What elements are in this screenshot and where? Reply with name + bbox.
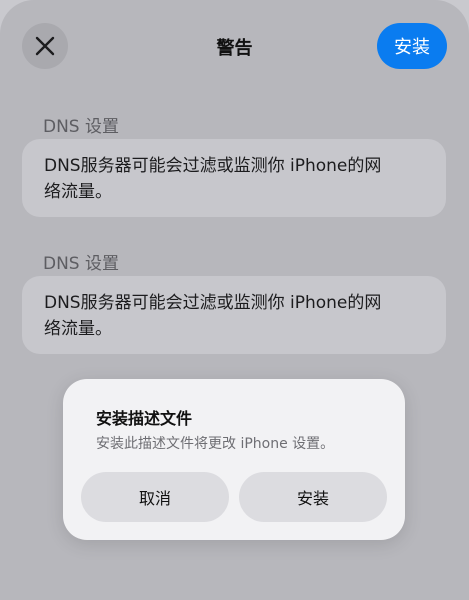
dns-warning-card-1: DNS服务器可能会过滤或监测你 iPhone的网络流量。 — [22, 139, 446, 217]
section-label-dns-1: DNS 设置 — [43, 117, 120, 137]
dns-warning-card-2: DNS服务器可能会过滤或监测你 iPhone的网络流量。 — [22, 276, 446, 354]
section-label-dns-2: DNS 设置 — [43, 254, 120, 274]
install-profile-dialog: 安装描述文件 安装此描述文件将更改 iPhone 设置。 取消 安装 — [63, 379, 405, 540]
dns-warning-text-2: DNS服务器可能会过滤或监测你 iPhone的网络流量。 — [44, 293, 382, 339]
install-button[interactable]: 安装 — [377, 23, 447, 69]
dialog-install-button[interactable]: 安装 — [239, 472, 387, 522]
dialog-title: 安装描述文件 — [96, 409, 193, 428]
dns-warning-text-1: DNS服务器可能会过滤或监测你 iPhone的网络流量。 — [44, 156, 382, 202]
cancel-button[interactable]: 取消 — [81, 472, 229, 522]
dialog-message: 安装此描述文件将更改 iPhone 设置。 — [96, 436, 335, 452]
